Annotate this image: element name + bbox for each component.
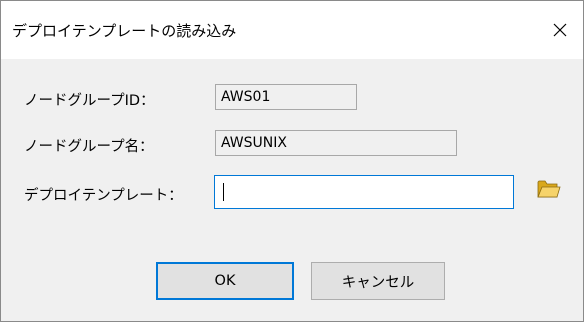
folder-open-icon — [537, 180, 561, 198]
node-group-id-field: AWS01 — [215, 84, 357, 110]
dialog-window: デプロイテンプレートの読み込み ノードグループID： AWS01 ノードグループ… — [0, 0, 584, 322]
deploy-template-input[interactable] — [214, 175, 514, 209]
dialog-title: デプロイテンプレートの読み込み — [12, 22, 237, 40]
node-group-name-field: AWSUNIX — [215, 130, 457, 156]
title-bar[interactable]: デプロイテンプレートの読み込み — [1, 1, 583, 59]
deploy-template-label: デプロイテンプレート： — [24, 188, 183, 204]
cancel-button[interactable]: キャンセル — [311, 262, 445, 300]
close-icon — [553, 23, 567, 37]
browse-button[interactable] — [536, 176, 562, 202]
node-group-name-label: ノードグループ名： — [24, 139, 154, 155]
ok-button[interactable]: OK — [156, 262, 294, 300]
close-button[interactable] — [537, 1, 583, 59]
text-caret — [223, 183, 224, 201]
node-group-id-label: ノードグループID： — [24, 93, 155, 109]
